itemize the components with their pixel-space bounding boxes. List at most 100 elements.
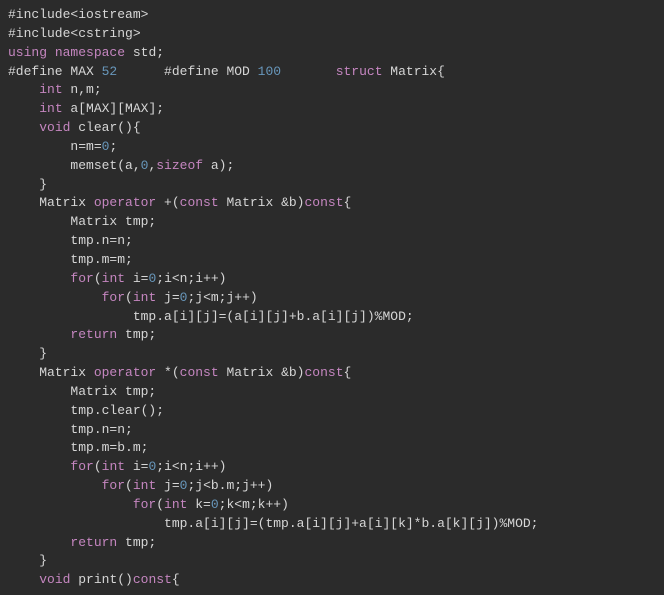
code-token: struct <box>336 64 383 79</box>
code-token <box>8 572 39 587</box>
code-line: int a[MAX][MAX]; <box>8 100 656 119</box>
code-token: int <box>102 459 125 474</box>
code-token: *( <box>156 365 179 380</box>
code-line: Matrix operator *(const Matrix &b)const{ <box>8 364 656 383</box>
code-token: int <box>164 497 187 512</box>
code-token: void <box>39 120 70 135</box>
code-token: n=m= <box>8 139 102 154</box>
code-token: int <box>133 478 156 493</box>
code-token: for <box>133 497 156 512</box>
code-line: Matrix operator +(const Matrix &b)const{ <box>8 194 656 213</box>
code-line: n=m=0; <box>8 138 656 157</box>
code-line: void clear(){ <box>8 119 656 138</box>
code-token: tmp; <box>117 535 156 550</box>
code-token: ( <box>125 290 133 305</box>
code-token: ;i<n;i++) <box>156 459 226 474</box>
code-token: tmp.a[i][j]=(tmp.a[i][j]+a[i][k]*b.a[k][… <box>8 516 539 531</box>
code-line: for(int i=0;i<n;i++) <box>8 270 656 289</box>
code-line: memset(a,0,sizeof a); <box>8 157 656 176</box>
code-token: tmp.m=b.m; <box>8 440 148 455</box>
code-line: Matrix tmp; <box>8 383 656 402</box>
code-line: void print()const{ <box>8 571 656 590</box>
code-token: ;j<b.m;j++) <box>187 478 273 493</box>
code-token: #include<cstring> <box>8 26 141 41</box>
code-token <box>281 64 336 79</box>
code-token: k= <box>187 497 210 512</box>
code-token: Matrix <box>8 365 94 380</box>
code-line: for(int k=0;k<m;k++) <box>8 496 656 515</box>
code-token: { <box>344 195 352 210</box>
code-block: #include<iostream>#include<cstring> using… <box>0 0 664 595</box>
code-token <box>8 271 70 286</box>
code-line: for(int j=0;j<b.m;j++) <box>8 477 656 496</box>
code-line: } <box>8 345 656 364</box>
code-line: tmp.a[i][j]=(a[i][j]+b.a[i][j])%MOD; <box>8 308 656 327</box>
code-token: { <box>344 365 352 380</box>
code-token: const <box>305 195 344 210</box>
code-token: 0 <box>211 497 219 512</box>
code-line: tmp.m=m; <box>8 251 656 270</box>
code-token: int <box>39 82 62 97</box>
code-token: ; <box>109 139 117 154</box>
code-token: 100 <box>258 64 281 79</box>
code-token: { <box>172 572 180 587</box>
code-token: Matrix &b) <box>219 365 305 380</box>
code-token: for <box>70 459 93 474</box>
code-token <box>8 459 70 474</box>
code-token: #define MAX <box>8 64 102 79</box>
code-line: Matrix tmp; <box>8 213 656 232</box>
code-token: tmp.n=n; <box>8 422 133 437</box>
code-token: ( <box>125 478 133 493</box>
code-token: ;k<m;k++) <box>219 497 289 512</box>
code-token: const <box>305 365 344 380</box>
code-token: Matrix &b) <box>219 195 305 210</box>
code-token: Matrix tmp; <box>8 214 156 229</box>
code-token: for <box>102 478 125 493</box>
code-token: ( <box>94 271 102 286</box>
code-token: std; <box>125 45 164 60</box>
code-token: } <box>8 177 47 192</box>
code-token: ;j<m;j++) <box>187 290 257 305</box>
code-token: tmp.n=n; <box>8 233 133 248</box>
code-line: return tmp; <box>8 326 656 345</box>
code-token: int <box>39 101 62 116</box>
code-token: const <box>133 572 172 587</box>
code-token: a[MAX][MAX]; <box>63 101 164 116</box>
code-token: tmp.clear(); <box>8 403 164 418</box>
code-token: tmp; <box>117 327 156 342</box>
code-token <box>8 327 70 342</box>
code-token: } <box>8 553 47 568</box>
code-token: const <box>180 195 219 210</box>
code-token: using <box>8 45 47 60</box>
code-token: tmp.a[i][j]=(a[i][j]+b.a[i][j])%MOD; <box>8 309 414 324</box>
code-token: j= <box>156 290 179 305</box>
code-token: int <box>133 290 156 305</box>
code-token <box>8 290 102 305</box>
code-token: operator <box>94 195 156 210</box>
code-token: for <box>70 271 93 286</box>
code-line: tmp.a[i][j]=(tmp.a[i][j]+a[i][k]*b.a[k][… <box>8 515 656 534</box>
code-line: tmp.m=b.m; <box>8 439 656 458</box>
code-line: for(int i=0;i<n;i++) <box>8 458 656 477</box>
code-line: tmp.n=n; <box>8 232 656 251</box>
code-token: Matrix <box>8 195 94 210</box>
code-line: #include<iostream> <box>8 6 656 25</box>
code-token: for <box>102 290 125 305</box>
code-token: void <box>39 572 70 587</box>
code-line: #include<cstring> <box>8 25 656 44</box>
code-token: ;i<n;i++) <box>156 271 226 286</box>
code-line: } <box>8 552 656 571</box>
code-token: const <box>180 365 219 380</box>
code-token <box>47 45 55 60</box>
code-token <box>8 535 70 550</box>
code-token: clear(){ <box>70 120 140 135</box>
code-token <box>8 478 102 493</box>
code-line: int n,m; <box>8 81 656 100</box>
code-token: int <box>102 271 125 286</box>
code-token: +( <box>156 195 179 210</box>
code-lines: #include<iostream>#include<cstring> using… <box>8 6 656 590</box>
code-token: a); <box>203 158 234 173</box>
code-token: print() <box>70 572 132 587</box>
code-token: 52 <box>102 64 118 79</box>
code-line: #define MAX 52 #define MOD 100 struct Ma… <box>8 63 656 82</box>
